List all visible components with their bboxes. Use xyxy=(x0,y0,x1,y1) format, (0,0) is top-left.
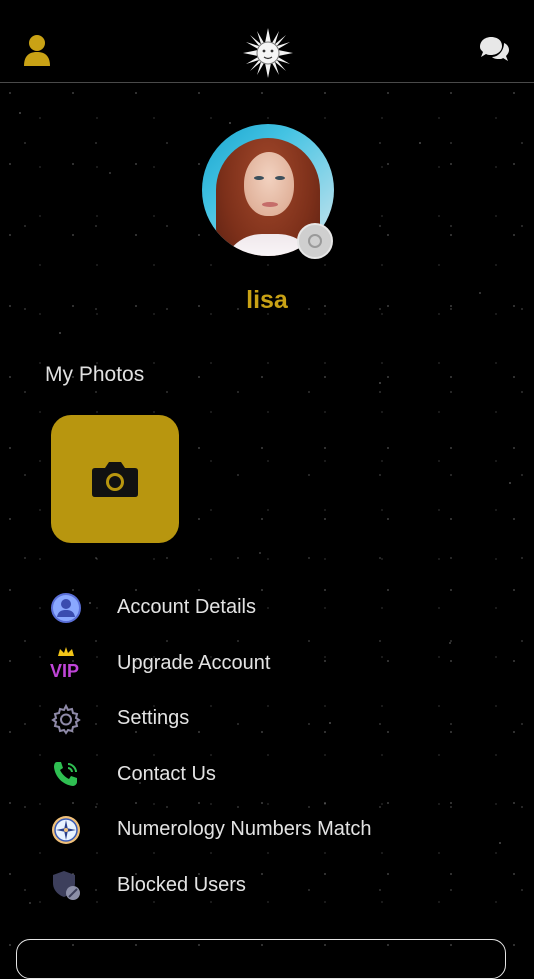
chat-bubbles-icon xyxy=(480,37,509,61)
menu-label: Upgrade Account xyxy=(117,651,271,674)
compass-icon xyxy=(47,811,85,849)
add-photo-button[interactable] xyxy=(51,415,179,543)
top-navigation-bar xyxy=(0,0,534,83)
shield-block-icon xyxy=(47,866,85,904)
phone-icon xyxy=(47,755,85,793)
person-icon xyxy=(24,35,50,66)
menu-item-numerology[interactable]: Numerology Numbers Match xyxy=(0,802,534,858)
my-photos-title: My Photos xyxy=(45,363,145,386)
menu-item-account-details[interactable]: Account Details xyxy=(0,580,534,636)
gear-icon xyxy=(47,700,85,738)
menu-label: Account Details xyxy=(117,596,256,619)
bottom-action-button[interactable] xyxy=(16,939,506,979)
menu-item-settings[interactable]: Settings xyxy=(0,691,534,747)
menu-item-upgrade-account[interactable]: VIP Upgrade Account xyxy=(0,636,534,692)
profile-avatar[interactable] xyxy=(202,124,334,259)
menu-label: Numerology Numbers Match xyxy=(117,818,372,841)
vip-crown-icon: VIP xyxy=(47,644,85,682)
account-icon xyxy=(47,589,85,627)
profile-button[interactable] xyxy=(15,28,59,72)
menu-label: Blocked Users xyxy=(117,873,246,896)
menu-item-blocked-users[interactable]: Blocked Users xyxy=(0,858,534,914)
messages-button[interactable] xyxy=(472,28,516,72)
menu-item-contact-us[interactable]: Contact Us xyxy=(0,747,534,803)
camera-badge-icon xyxy=(308,234,322,248)
app-logo[interactable] xyxy=(243,28,293,78)
settings-menu: Account Details VIP Upgrade Account Sett… xyxy=(0,580,534,913)
svg-text:VIP: VIP xyxy=(50,661,79,679)
menu-label: Contact Us xyxy=(117,762,216,785)
username: lisa xyxy=(246,286,288,314)
menu-label: Settings xyxy=(117,707,190,730)
change-avatar-button[interactable] xyxy=(297,223,333,259)
camera-icon xyxy=(92,462,138,497)
sun-face-logo xyxy=(243,28,293,78)
